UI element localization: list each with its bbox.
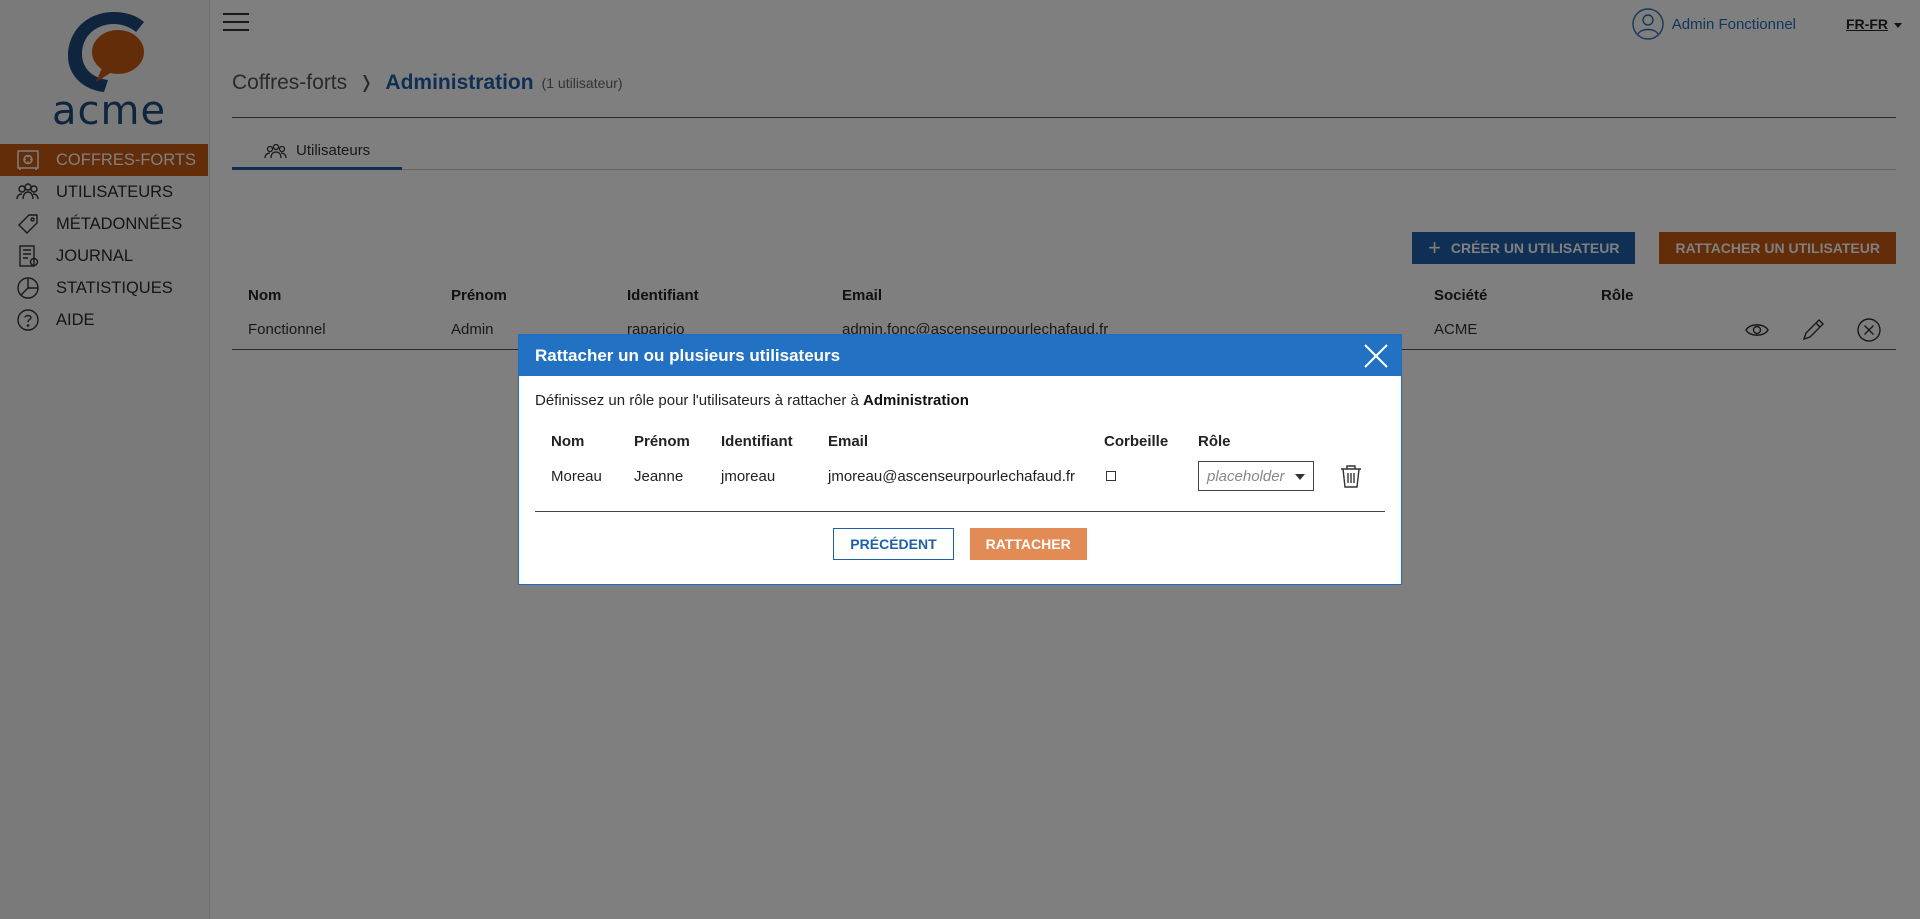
cell-prenom: Jeanne [634, 467, 684, 485]
cell-email: jmoreau@ascenseurpourlechafaud.fr [828, 467, 1076, 485]
previous-button[interactable]: PRÉCÉDENT [833, 528, 954, 560]
col-nom: Nom [551, 432, 585, 450]
corbeille-checkbox[interactable] [1106, 470, 1116, 481]
cell-identifiant: jmoreau [721, 467, 776, 485]
col-role: Rôle [1198, 432, 1231, 450]
cell-role: placeholder [1198, 461, 1338, 491]
attach-users-dialog: Rattacher un ou plusieurs utilisateurs D… [518, 334, 1402, 585]
dialog-body: Définissez un rôle pour l'utilisateurs à… [519, 376, 1401, 560]
dialog-table-header: Nom Prénom Identifiant Email Corbeille R… [551, 429, 1385, 453]
table-row: Moreau Jeanne jmoreau jmoreau@ascenseurp… [551, 453, 1385, 499]
col-corbeille: Corbeille [1104, 432, 1169, 450]
role-select-placeholder: placeholder [1207, 467, 1285, 485]
cell-nom: Moreau [551, 467, 602, 485]
dialog-title: Rattacher un ou plusieurs utilisateurs [535, 345, 841, 365]
col-prenom: Prénom [634, 432, 690, 450]
dialog-intro: Définissez un rôle pour l'utilisateurs à… [535, 392, 1385, 409]
intro-target: Administration [863, 392, 969, 409]
attach-users-table: Nom Prénom Identifiant Email Corbeille R… [551, 429, 1385, 499]
col-identifiant: Identifiant [721, 432, 793, 450]
role-select[interactable]: placeholder [1198, 461, 1314, 491]
caret-down-icon [1295, 474, 1305, 480]
cell-corbeille [1104, 468, 1198, 485]
trash-icon[interactable] [1338, 463, 1364, 489]
close-icon[interactable] [1363, 343, 1389, 369]
dialog-divider [535, 511, 1385, 512]
intro-text: Définissez un rôle pour l'utilisateurs à… [535, 392, 864, 409]
dialog-footer: PRÉCÉDENT RATTACHER [535, 528, 1385, 560]
col-email: Email [828, 432, 869, 450]
attach-button[interactable]: RATTACHER [969, 528, 1087, 560]
dialog-header: Rattacher un ou plusieurs utilisateurs [519, 335, 1401, 376]
